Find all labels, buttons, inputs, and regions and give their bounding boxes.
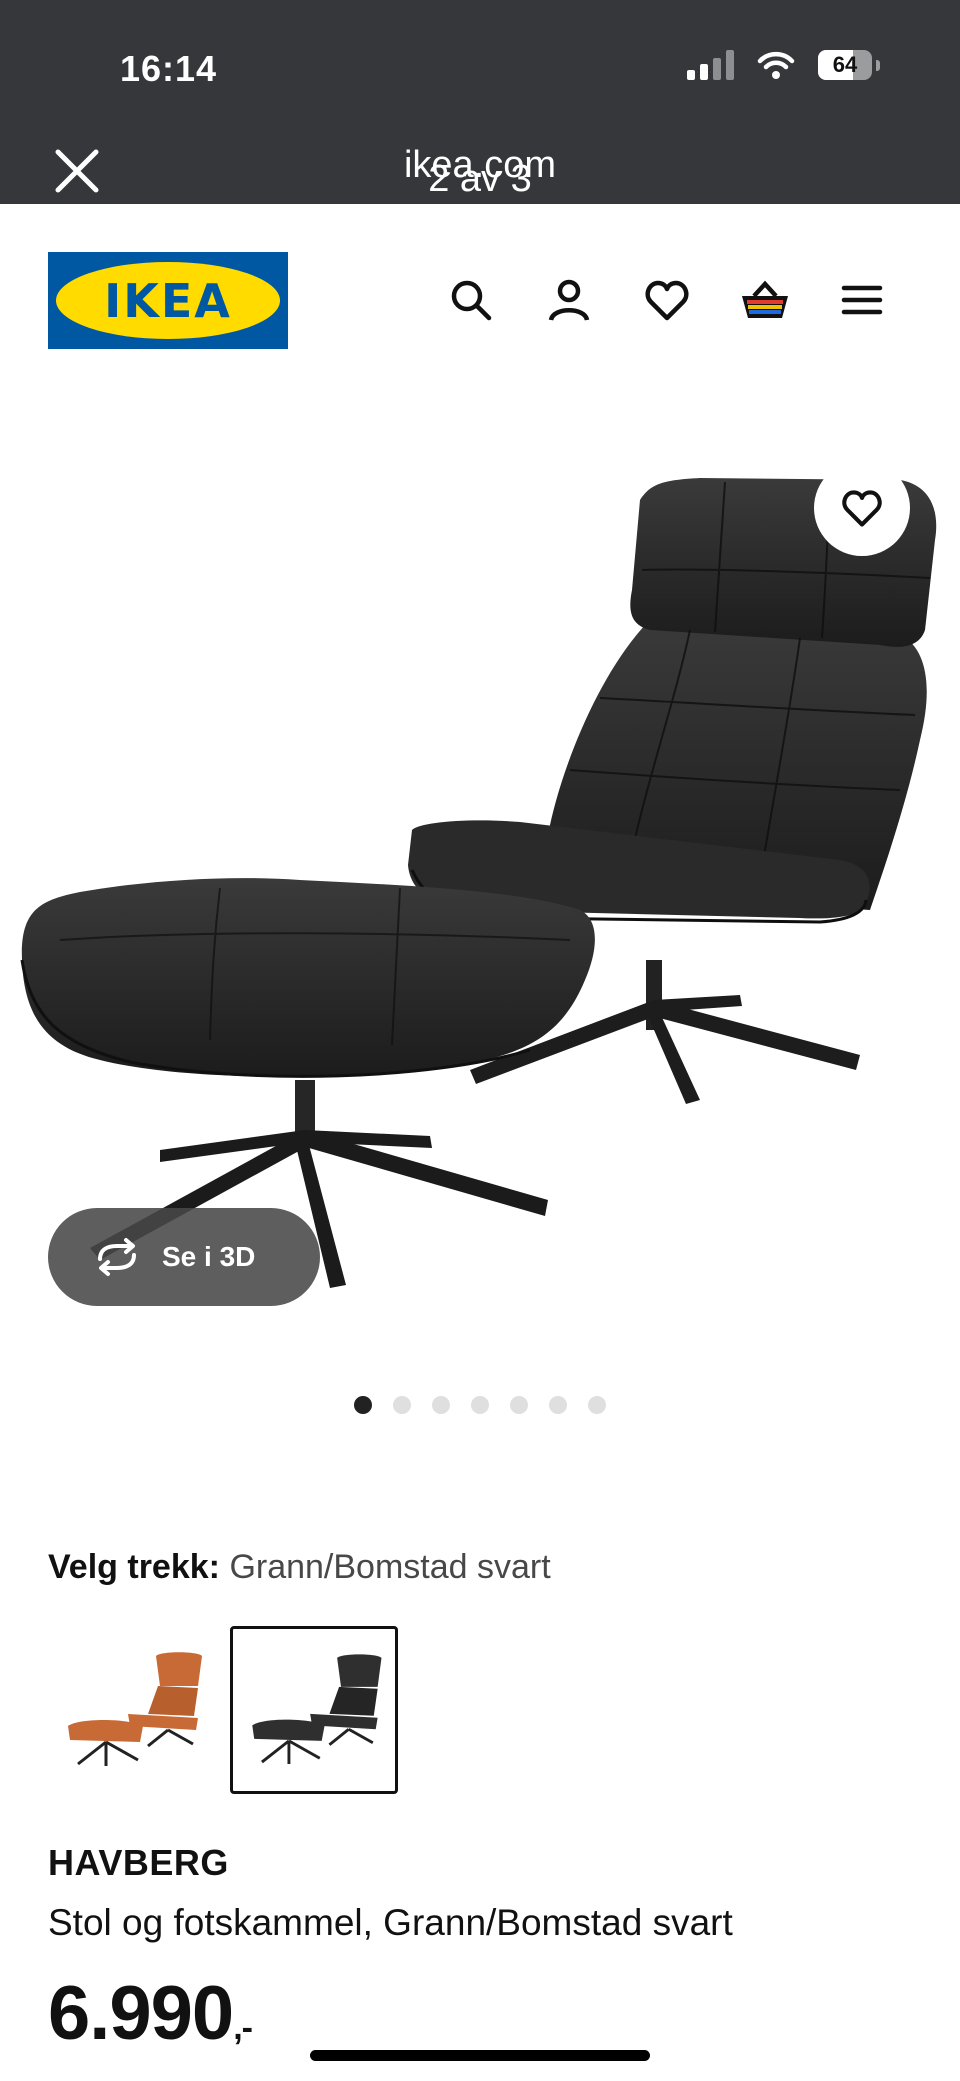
rotate-3d-icon xyxy=(98,1238,136,1276)
status-indicators: 64 xyxy=(687,50,880,80)
gallery-dot[interactable] xyxy=(510,1396,528,1414)
wifi-icon xyxy=(757,51,795,79)
price-suffix: ,- xyxy=(233,2009,253,2047)
cover-label: Velg trekk: xyxy=(48,1548,220,1586)
gallery-dot[interactable] xyxy=(432,1396,450,1414)
menu-icon[interactable] xyxy=(838,276,886,324)
product-price: 6.990,- xyxy=(48,1970,253,2057)
gallery-dot[interactable] xyxy=(393,1396,411,1414)
logo-text: IKEA xyxy=(104,274,232,328)
view-in-3d-button[interactable]: Se i 3D xyxy=(48,1208,320,1306)
add-to-favorites-button[interactable] xyxy=(814,460,910,556)
chair-thumbnail-black xyxy=(252,1654,382,1764)
view-in-3d-label: Se i 3D xyxy=(162,1241,256,1272)
account-icon[interactable] xyxy=(545,276,593,324)
gallery-pagination xyxy=(0,1396,960,1414)
cellular-signal-icon xyxy=(687,50,734,80)
cover-value: Grann/Bomstad svart xyxy=(229,1548,551,1586)
gallery-dot[interactable] xyxy=(354,1396,372,1414)
ikea-logo[interactable]: IKEA xyxy=(48,252,288,349)
ottoman-cushion xyxy=(21,878,595,1077)
battery-tip xyxy=(876,59,880,71)
status-time: 16:14 xyxy=(120,48,218,89)
search-icon[interactable] xyxy=(447,276,495,324)
gallery-dot[interactable] xyxy=(549,1396,567,1414)
heart-icon xyxy=(842,490,882,527)
cover-option-orange[interactable] xyxy=(48,1626,216,1794)
gallery-dot[interactable] xyxy=(588,1396,606,1414)
product-description: Stol og fotskammel, Grann/Bomstad svart xyxy=(48,1902,733,1943)
home-indicator[interactable] xyxy=(310,2050,650,2061)
cover-selector-label: Velg trekk: Grann/Bomstad svart xyxy=(48,1548,551,1587)
browser-topbar: 16:14 64 ikea.com 2 av 3 xyxy=(0,0,960,204)
favorites-icon[interactable] xyxy=(643,276,691,324)
gallery-dot[interactable] xyxy=(471,1396,489,1414)
battery-percent: 64 xyxy=(832,52,858,77)
battery-icon: 64 xyxy=(818,50,872,80)
cover-option-black-selected[interactable] xyxy=(230,1626,398,1794)
basket-icon[interactable] xyxy=(739,276,791,324)
chair-thumbnail-orange xyxy=(68,1652,202,1766)
price-amount: 6.990 xyxy=(48,1971,234,2056)
page-counter: 2 av 3 xyxy=(428,158,532,200)
product-name: HAVBERG xyxy=(48,1842,229,1883)
